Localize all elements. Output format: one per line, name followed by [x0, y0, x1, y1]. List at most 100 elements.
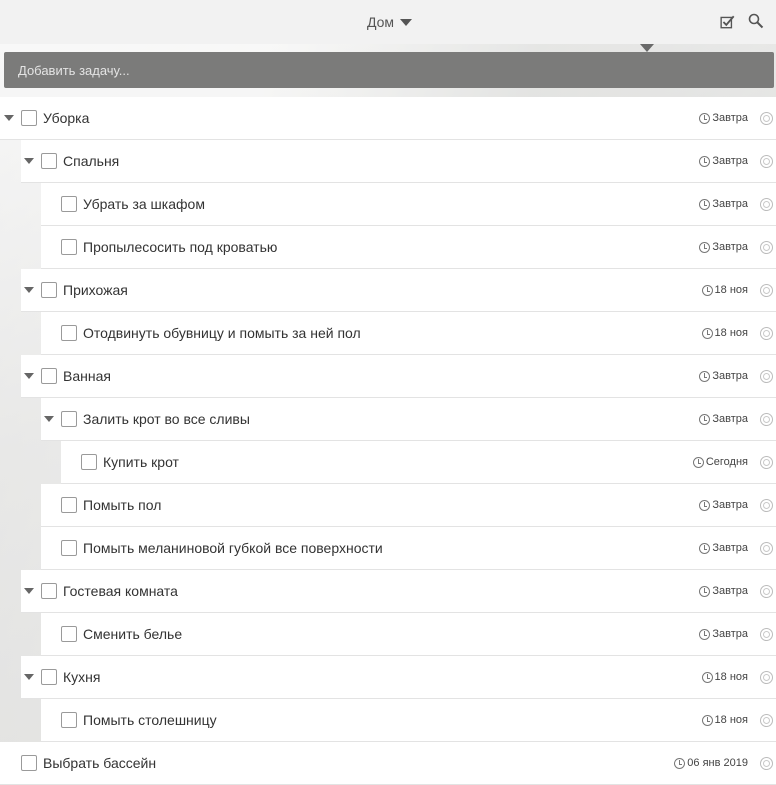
- expand-toggle-icon[interactable]: [2, 111, 16, 125]
- task-title[interactable]: Помыть меланиновой губкой все поверхност…: [83, 540, 383, 556]
- task-checkbox[interactable]: [61, 626, 77, 642]
- task-checkbox[interactable]: [41, 282, 57, 298]
- priority-icon[interactable]: [760, 369, 773, 383]
- task-checkbox[interactable]: [61, 196, 77, 212]
- due-date-label: 06 янв 2019: [687, 757, 748, 769]
- task-checkbox[interactable]: [41, 368, 57, 384]
- priority-icon[interactable]: [760, 412, 773, 426]
- priority-icon[interactable]: [760, 197, 773, 211]
- due-date[interactable]: 06 янв 2019: [674, 757, 748, 769]
- chevron-down-icon: [400, 19, 413, 26]
- task-title[interactable]: Залить крот во все сливы: [83, 411, 250, 427]
- task-row[interactable]: Прихожая 18 ноя: [21, 269, 776, 312]
- task-title[interactable]: Уборка: [43, 110, 89, 126]
- task-row[interactable]: Залить крот во все сливы Завтра: [41, 398, 776, 441]
- task-row[interactable]: Ванная Завтра: [21, 355, 776, 398]
- task-row[interactable]: Купить крот Сегодня: [61, 441, 776, 484]
- add-task-input[interactable]: [4, 52, 774, 88]
- task-checkbox[interactable]: [61, 411, 77, 427]
- due-date[interactable]: Сегодня: [692, 456, 748, 468]
- priority-icon[interactable]: [760, 584, 773, 598]
- task-checkbox[interactable]: [61, 239, 77, 255]
- clock-icon: [699, 241, 711, 253]
- due-date[interactable]: 18 ноя: [701, 671, 748, 683]
- due-date[interactable]: Завтра: [699, 241, 748, 253]
- due-date[interactable]: 18 ноя: [701, 327, 748, 339]
- due-date[interactable]: Завтра: [699, 585, 748, 597]
- clock-icon: [699, 585, 711, 597]
- due-date[interactable]: Завтра: [699, 198, 748, 210]
- task-row[interactable]: Выбрать бассейн 06 янв 2019: [0, 742, 776, 785]
- task-title[interactable]: Убрать за шкафом: [83, 196, 205, 212]
- expand-toggle-icon[interactable]: [42, 412, 56, 426]
- task-row[interactable]: Гостевая комната Завтра: [21, 570, 776, 613]
- task-title[interactable]: Помыть столешницу: [83, 712, 217, 728]
- task-title[interactable]: Помыть пол: [83, 497, 161, 513]
- task-title[interactable]: Прихожая: [63, 282, 128, 298]
- task-title[interactable]: Выбрать бассейн: [43, 755, 156, 771]
- due-date[interactable]: Завтра: [699, 112, 748, 124]
- priority-icon[interactable]: [760, 240, 773, 254]
- task-row[interactable]: Пропылесосить под кроватью Завтра: [41, 226, 776, 269]
- expand-toggle-icon[interactable]: [22, 369, 36, 383]
- task-checkbox[interactable]: [41, 583, 57, 599]
- expand-toggle-icon[interactable]: [22, 154, 36, 168]
- list-selector[interactable]: Дом: [367, 12, 413, 32]
- due-date[interactable]: 18 ноя: [701, 284, 748, 296]
- task-checkbox[interactable]: [81, 454, 97, 470]
- priority-icon[interactable]: [760, 111, 773, 125]
- task-checkbox[interactable]: [21, 110, 37, 126]
- priority-icon[interactable]: [760, 670, 773, 684]
- due-date-label: Завтра: [712, 155, 748, 167]
- task-row[interactable]: Убрать за шкафом Завтра: [41, 183, 776, 226]
- checkbox-icon[interactable]: [720, 14, 736, 30]
- due-date[interactable]: Завтра: [699, 499, 748, 511]
- priority-icon[interactable]: [760, 326, 773, 340]
- priority-icon[interactable]: [760, 498, 773, 512]
- task-title[interactable]: Кухня: [63, 669, 100, 685]
- task-checkbox[interactable]: [61, 540, 77, 556]
- task-title[interactable]: Спальня: [63, 153, 119, 169]
- task-checkbox[interactable]: [61, 712, 77, 728]
- due-date-label: Завтра: [712, 628, 748, 640]
- task-checkbox[interactable]: [21, 755, 37, 771]
- task-row[interactable]: Уборка Завтра: [0, 97, 776, 140]
- due-date[interactable]: Завтра: [699, 628, 748, 640]
- task-row[interactable]: Помыть пол Завтра: [41, 484, 776, 527]
- priority-icon[interactable]: [760, 154, 773, 168]
- priority-icon[interactable]: [760, 713, 773, 727]
- task-row[interactable]: Сменить белье Завтра: [41, 613, 776, 656]
- task-row[interactable]: Спальня Завтра: [21, 140, 776, 183]
- due-date[interactable]: Завтра: [699, 155, 748, 167]
- task-title[interactable]: Пропылесосить под кроватью: [83, 239, 277, 255]
- task-title[interactable]: Ванная: [63, 368, 111, 384]
- priority-icon[interactable]: [760, 283, 773, 297]
- task-row[interactable]: Кухня 18 ноя: [21, 656, 776, 699]
- expand-toggle-icon[interactable]: [22, 584, 36, 598]
- task-title[interactable]: Сменить белье: [83, 626, 182, 642]
- due-date-label: 18 ноя: [714, 327, 748, 339]
- task-title[interactable]: Гостевая комната: [63, 583, 178, 599]
- expand-toggle-icon[interactable]: [22, 670, 36, 684]
- search-icon[interactable]: [748, 13, 764, 29]
- add-task-bar: [4, 44, 774, 88]
- task-title[interactable]: Купить крот: [103, 454, 179, 470]
- task-checkbox[interactable]: [61, 325, 77, 341]
- task-checkbox[interactable]: [61, 497, 77, 513]
- expand-toggle-icon[interactable]: [22, 283, 36, 297]
- due-date[interactable]: 18 ноя: [701, 714, 748, 726]
- priority-icon[interactable]: [760, 627, 773, 641]
- priority-icon[interactable]: [760, 541, 773, 555]
- due-date[interactable]: Завтра: [699, 370, 748, 382]
- due-date[interactable]: Завтра: [699, 542, 748, 554]
- task-title[interactable]: Отодвинуть обувницу и помыть за ней пол: [83, 325, 361, 341]
- task-row[interactable]: Помыть столешницу 18 ноя: [41, 699, 776, 742]
- task-checkbox[interactable]: [41, 153, 57, 169]
- due-date-label: Завтра: [712, 198, 748, 210]
- task-checkbox[interactable]: [41, 669, 57, 685]
- task-row[interactable]: Отодвинуть обувницу и помыть за ней пол 1…: [41, 312, 776, 355]
- due-date[interactable]: Завтра: [699, 413, 748, 425]
- task-row[interactable]: Помыть меланиновой губкой все поверхност…: [41, 527, 776, 570]
- priority-icon[interactable]: [760, 455, 773, 469]
- priority-icon[interactable]: [760, 756, 773, 770]
